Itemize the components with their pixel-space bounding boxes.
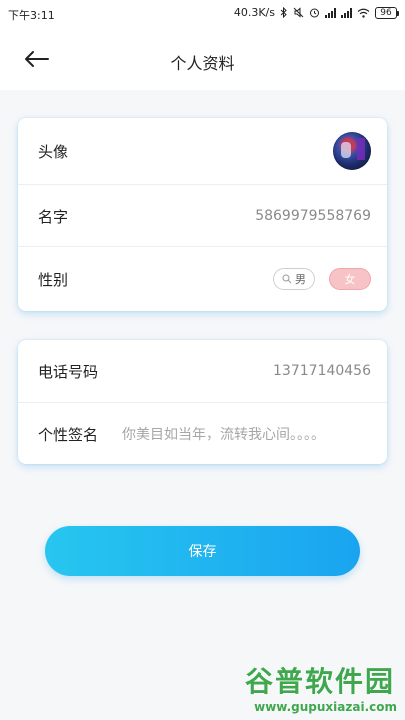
watermark-url: www.gupuxiazai.com bbox=[254, 700, 397, 714]
search-icon bbox=[282, 274, 292, 284]
gender-female-label: 女 bbox=[344, 273, 356, 286]
avatar-row[interactable]: 头像 bbox=[18, 120, 387, 182]
save-button[interactable]: 保存 bbox=[45, 526, 360, 576]
gender-label: 性别 bbox=[38, 270, 69, 289]
battery-icon: 96 bbox=[375, 6, 399, 19]
contact-card: 电话号码 13717140456 个性签名 你美目如当年，流转我心间。。。。 bbox=[18, 340, 387, 464]
signal-icon-2 bbox=[341, 7, 352, 18]
name-row[interactable]: 名字 5869979558769 bbox=[18, 185, 387, 247]
signature-row[interactable]: 个性签名 你美目如当年，流转我心间。。。。 bbox=[18, 403, 387, 465]
watermark-title: 谷普软件园 bbox=[244, 665, 395, 698]
signature-value[interactable]: 你美目如当年，流转我心间。。。。 bbox=[122, 424, 325, 444]
phone-row[interactable]: 电话号码 13717140456 bbox=[18, 340, 387, 402]
profile-card: 头像 名字 5869979558769 性别 男 女 bbox=[18, 118, 387, 311]
mute-icon bbox=[293, 7, 304, 18]
nav-bar: 个人资料 bbox=[0, 28, 405, 90]
page-title: 个人资料 bbox=[170, 54, 235, 73]
network-speed: 40.3K/s bbox=[233, 6, 275, 19]
gender-selector: 男 女 bbox=[273, 268, 371, 290]
wifi-icon bbox=[357, 8, 370, 18]
gender-male-option[interactable]: 男 bbox=[273, 268, 315, 290]
signal-icon bbox=[325, 7, 336, 18]
phone-label: 电话号码 bbox=[38, 362, 99, 381]
status-time: 下午3:11 bbox=[8, 9, 55, 22]
divider bbox=[18, 246, 387, 247]
status-icons: 40.3K/s 96 bbox=[233, 6, 399, 19]
name-value[interactable]: 5869979558769 bbox=[255, 208, 371, 224]
alarm-icon bbox=[310, 8, 319, 18]
avatar[interactable] bbox=[333, 132, 371, 170]
avatar-label: 头像 bbox=[38, 142, 69, 161]
status-bar: 下午3:11 40.3K/s 96 bbox=[0, 0, 405, 28]
name-label: 名字 bbox=[38, 207, 69, 226]
gender-female-option[interactable]: 女 bbox=[329, 268, 371, 290]
gender-male-label: 男 bbox=[295, 273, 306, 286]
watermark: 谷普软件园 www.gupuxiazai.com bbox=[211, 658, 401, 718]
bluetooth-icon bbox=[280, 7, 287, 18]
signature-label: 个性签名 bbox=[38, 425, 99, 444]
phone-value[interactable]: 13717140456 bbox=[273, 363, 371, 379]
gender-row: 性别 男 女 bbox=[18, 248, 387, 310]
